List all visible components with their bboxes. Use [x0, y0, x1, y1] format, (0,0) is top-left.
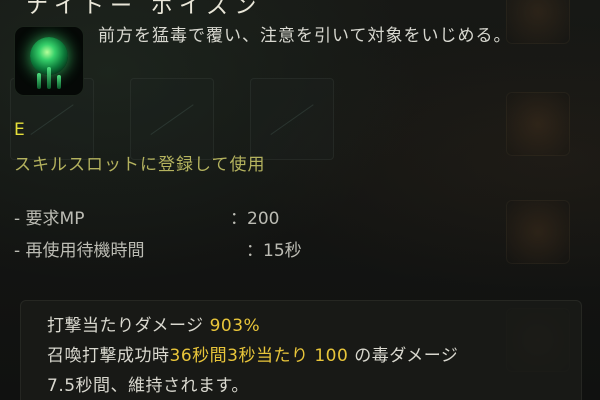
effect-damage-label: 打撃当たりダメージ: [47, 316, 210, 336]
background-item-slot: [506, 92, 570, 156]
drip-shape: [47, 67, 51, 89]
drip-shape: [37, 73, 41, 89]
register-hint: スキルスロットに登録して使用: [14, 155, 266, 175]
drip-shape: [57, 75, 61, 89]
background-slot: [130, 78, 214, 160]
poison-orb-icon: [14, 26, 84, 96]
effect-damage-value: 903%: [209, 316, 261, 336]
skill-hotkey: E: [14, 120, 25, 140]
effect-poison-line: 召喚打撃成功時36秒間3秒当たり 100 の毒ダメージ: [47, 341, 458, 366]
effect-box: 打撃当たりダメージ 903% 召喚打撃成功時36秒間3秒当たり 100 の毒ダメ…: [20, 300, 582, 400]
skill-title: ナイトー ポイズン: [26, 0, 263, 19]
stat-label: - 要求MP: [14, 209, 85, 229]
stat-required-mp: - 要求MP ：200: [14, 204, 279, 229]
stat-value: ：15秒: [246, 241, 302, 261]
skill-description: 前方を猛毒で覆い、注意を引いて対象をいじめる。: [98, 26, 512, 46]
effect-duration-line: 7.5秒間、維持されます。: [47, 376, 249, 396]
stat-label: - 再使用待機時間: [14, 241, 145, 261]
background-slot: [250, 78, 334, 160]
stat-cooldown: - 再使用待機時間 ：15秒: [14, 236, 302, 261]
background-item-slot: [506, 200, 570, 264]
stat-value: ：200: [230, 209, 280, 229]
effect-poison-value: 36秒間3秒当たり 100: [169, 346, 349, 366]
effect-poison-label: 召喚打撃成功時: [47, 346, 170, 366]
effect-poison-suffix: の毒ダメージ: [348, 346, 459, 366]
effect-damage-line: 打撃当たりダメージ 903%: [47, 311, 260, 336]
